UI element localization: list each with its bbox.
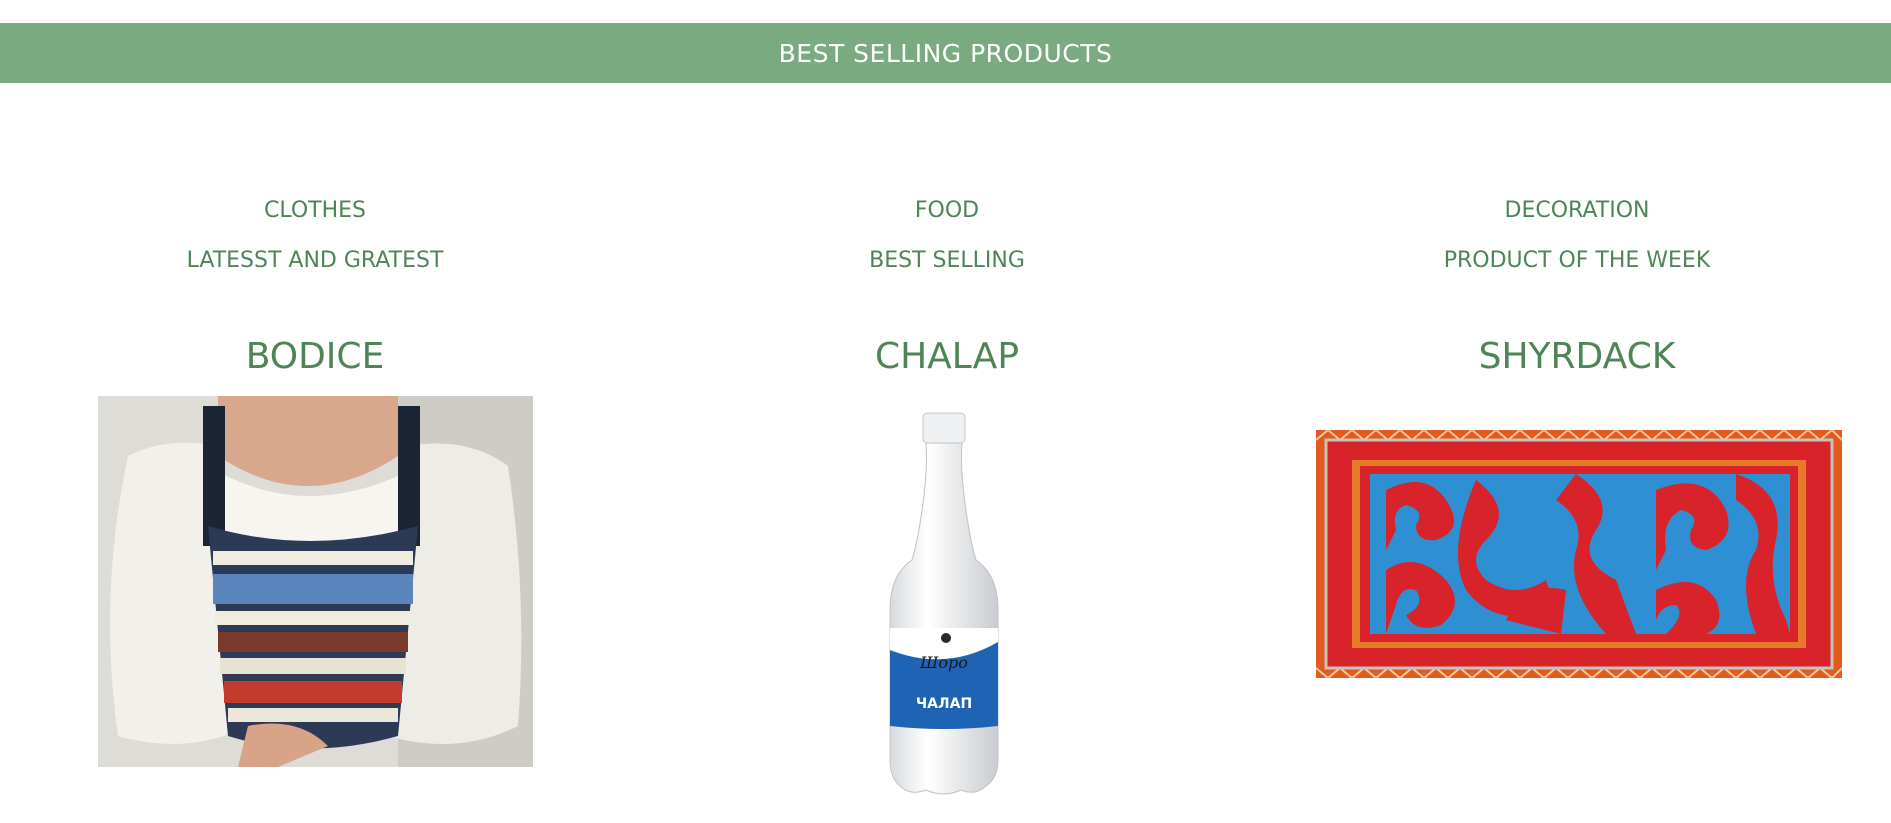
product-category[interactable]: CLOTHES xyxy=(0,198,630,223)
product-tagline: PRODUCT OF THE WEEK xyxy=(1443,248,1711,273)
product-title[interactable]: SHYRDACK xyxy=(1262,336,1891,377)
chalap-bottle-photo[interactable]: Шоро ЧАЛАП xyxy=(886,410,1002,798)
chalap-label-text: ЧАЛАП xyxy=(916,696,972,712)
product-title[interactable]: CHALAP xyxy=(632,336,1262,377)
product-category[interactable]: FOOD xyxy=(632,198,1262,223)
bodice-photo[interactable] xyxy=(98,396,533,767)
product-tagline: LATESST AND GRATEST xyxy=(186,248,444,273)
product-title[interactable]: BODICE xyxy=(0,336,630,377)
shyrdak-rug-illustration xyxy=(1315,428,1843,680)
product-category[interactable]: DECORATION xyxy=(1262,198,1891,223)
product-card-shyrdack: DECORATION PRODUCT OF THE WEEK SHYRDACK xyxy=(1262,0,1891,823)
chalap-brand-label: Шоро xyxy=(919,653,968,672)
product-tagline: BEST SELLING xyxy=(869,248,1025,273)
shyrdak-rug-photo[interactable] xyxy=(1315,428,1843,680)
chalap-bottle-illustration: Шоро ЧАЛАП xyxy=(889,412,999,795)
bodice-illustration xyxy=(98,396,533,767)
